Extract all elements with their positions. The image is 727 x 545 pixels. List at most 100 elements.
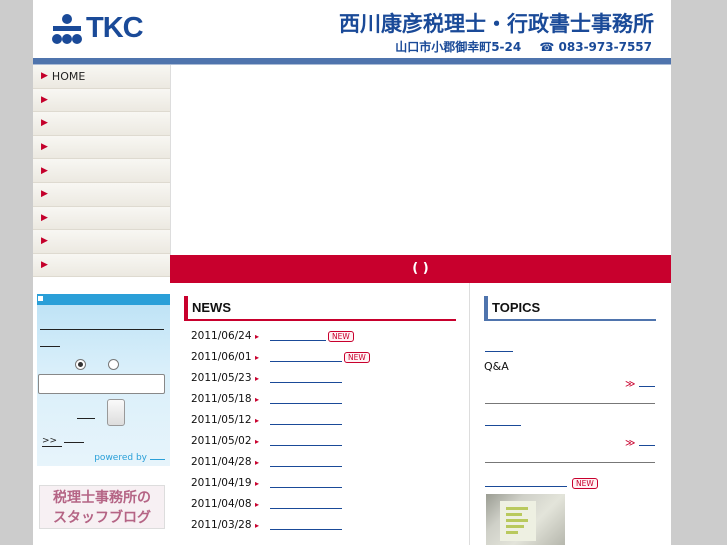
topics-qa-label: Q&A [484,360,509,373]
office-phone: ☎ 083-973-7557 [539,40,652,54]
news-link[interactable] [270,331,326,341]
topics-divider [485,403,655,404]
search-scope-radio-2[interactable] [108,359,119,370]
column-divider [469,283,470,545]
news-link[interactable] [270,415,342,425]
news-item[interactable]: 2011/06/01 ▸ NEW [191,347,370,367]
arrow-right-icon: ▸ [255,394,260,404]
news-link[interactable] [270,352,342,362]
arrow-right-icon: ▶ [41,94,48,105]
arrow-right-icon: ▸ [255,415,260,425]
news-section: NEWS [184,296,456,321]
sidebar-item[interactable]: ▶ [33,230,170,254]
news-link[interactable] [270,520,342,530]
news-item[interactable]: 2011/05/12 ▸ [191,410,342,430]
tkc-logo[interactable]: TKC [51,12,144,45]
news-date: 2011/04/19 [191,477,252,489]
staff-blog-banner[interactable]: 税理士事務所の スタッフブログ [39,485,165,529]
search-widget: >> powered by [37,294,170,466]
arrow-right-icon: ▸ [255,373,260,383]
news-item[interactable]: 2011/05/18 ▸ [191,389,342,409]
news-date: 2011/04/08 [191,498,252,510]
news-item[interactable]: 2011/04/28 ▸ [191,452,342,472]
sidebar-item[interactable]: ▶ [33,88,170,113]
sidebar-item[interactable]: ▶ [33,112,170,136]
arrow-right-icon: ▸ [255,457,260,467]
widget-link[interactable] [40,329,164,330]
news-item[interactable]: 2011/05/02 ▸ [191,431,342,451]
news-item[interactable]: 2011/06/24 ▸ NEW [191,326,354,346]
sidebar-item-label: HOME [51,69,86,83]
arrow-right-icon: ▸ [255,436,260,446]
news-link[interactable] [270,373,342,383]
news-link[interactable] [270,499,342,509]
arrow-right-icon: ▶ [41,236,48,247]
arrow-right-icon: ▸ [255,478,260,488]
sidebar-item[interactable]: ▶ [33,182,170,207]
sidebar-spacer [33,277,170,294]
topics-divider [485,462,655,463]
arrow-right-icon: ▶ [41,142,48,153]
topics-photo[interactable] [486,494,565,545]
news-item[interactable]: 2011/04/08 ▸ [191,494,342,514]
site-header: TKC 西川康彦税理士・行政書士事務所 山口市小郡御幸町5-24 ☎ 083-9… [33,0,671,58]
news-link[interactable] [270,457,342,467]
search-button[interactable] [107,399,125,426]
search-label [77,418,95,419]
main-banner: ( ) [170,255,671,283]
sidebar-item-home[interactable]: ▶ HOME [33,65,170,89]
search-input[interactable] [38,374,165,394]
news-item[interactable]: 2011/04/19 ▸ [191,473,342,493]
arrow-right-icon: ▸ [255,352,260,362]
arrow-right-icon: ▸ [255,520,260,530]
powered-label: powered by [94,453,147,463]
more-label: ≫ [625,438,636,449]
news-item[interactable]: 2011/05/23 ▸ [191,368,342,388]
arrow-right-icon: ▶ [41,118,48,129]
topics-more-link[interactable]: ≫ [625,379,656,390]
news-link[interactable] [270,436,342,446]
widget-link[interactable] [40,346,60,347]
topics-more-link[interactable]: ≫ [625,438,656,449]
sidebar-item[interactable]: ▶ [33,159,170,183]
blog-banner-line2: スタッフブログ [53,510,151,526]
sidebar-item[interactable]: ▶ [33,253,170,278]
topics-link[interactable] [485,425,521,426]
header-divider-bar [33,58,671,65]
powered-by[interactable]: powered by [94,453,165,463]
office-address: 山口市小郡御幸町5-24 [395,40,522,54]
topics-link[interactable] [485,486,567,487]
news-date: 2011/05/18 [191,393,252,405]
news-item[interactable]: 2011/03/28 ▸ [191,515,342,535]
sidebar-nav: ▶ HOME ▶ ▶ ▶ ▶ ▶ ▶ ▶ ▶ [33,65,170,278]
topics-title: TOPICS [484,296,656,321]
logo-text: TKC [86,12,144,44]
arrow-right-icon: ▸ [255,331,260,341]
more-label: >> [42,436,62,447]
news-date: 2011/05/02 [191,435,252,447]
news-link[interactable] [270,478,342,488]
page: TKC 西川康彦税理士・行政書士事務所 山口市小郡御幸町5-24 ☎ 083-9… [33,0,671,545]
new-badge: NEW [570,476,598,489]
main-visual [170,65,671,255]
widget-more-link[interactable]: >> [40,436,84,447]
topics-link[interactable] [485,351,513,352]
news-link[interactable] [270,394,342,404]
news-date: 2011/06/01 [191,351,252,363]
blog-banner-line1: 税理士事務所の [53,490,151,506]
arrow-right-icon: ▶ [41,165,48,176]
news-date: 2011/05/23 [191,372,252,384]
arrow-right-icon: ▸ [255,499,260,509]
arrow-right-icon: ▶ [41,71,48,82]
office-contact: 山口市小郡御幸町5-24 ☎ 083-973-7557 [381,38,652,55]
sidebar-item[interactable]: ▶ [33,206,170,231]
news-date: 2011/05/12 [191,414,252,426]
topics-section: TOPICS [484,296,656,321]
news-date: 2011/03/28 [191,519,252,531]
new-badge: NEW [344,351,370,363]
new-badge: NEW [328,330,354,342]
sidebar-item[interactable]: ▶ [33,135,170,160]
search-scope-radio-1[interactable] [75,359,86,370]
widget-bullet-icon [38,296,43,301]
arrow-right-icon: ▶ [41,212,48,223]
